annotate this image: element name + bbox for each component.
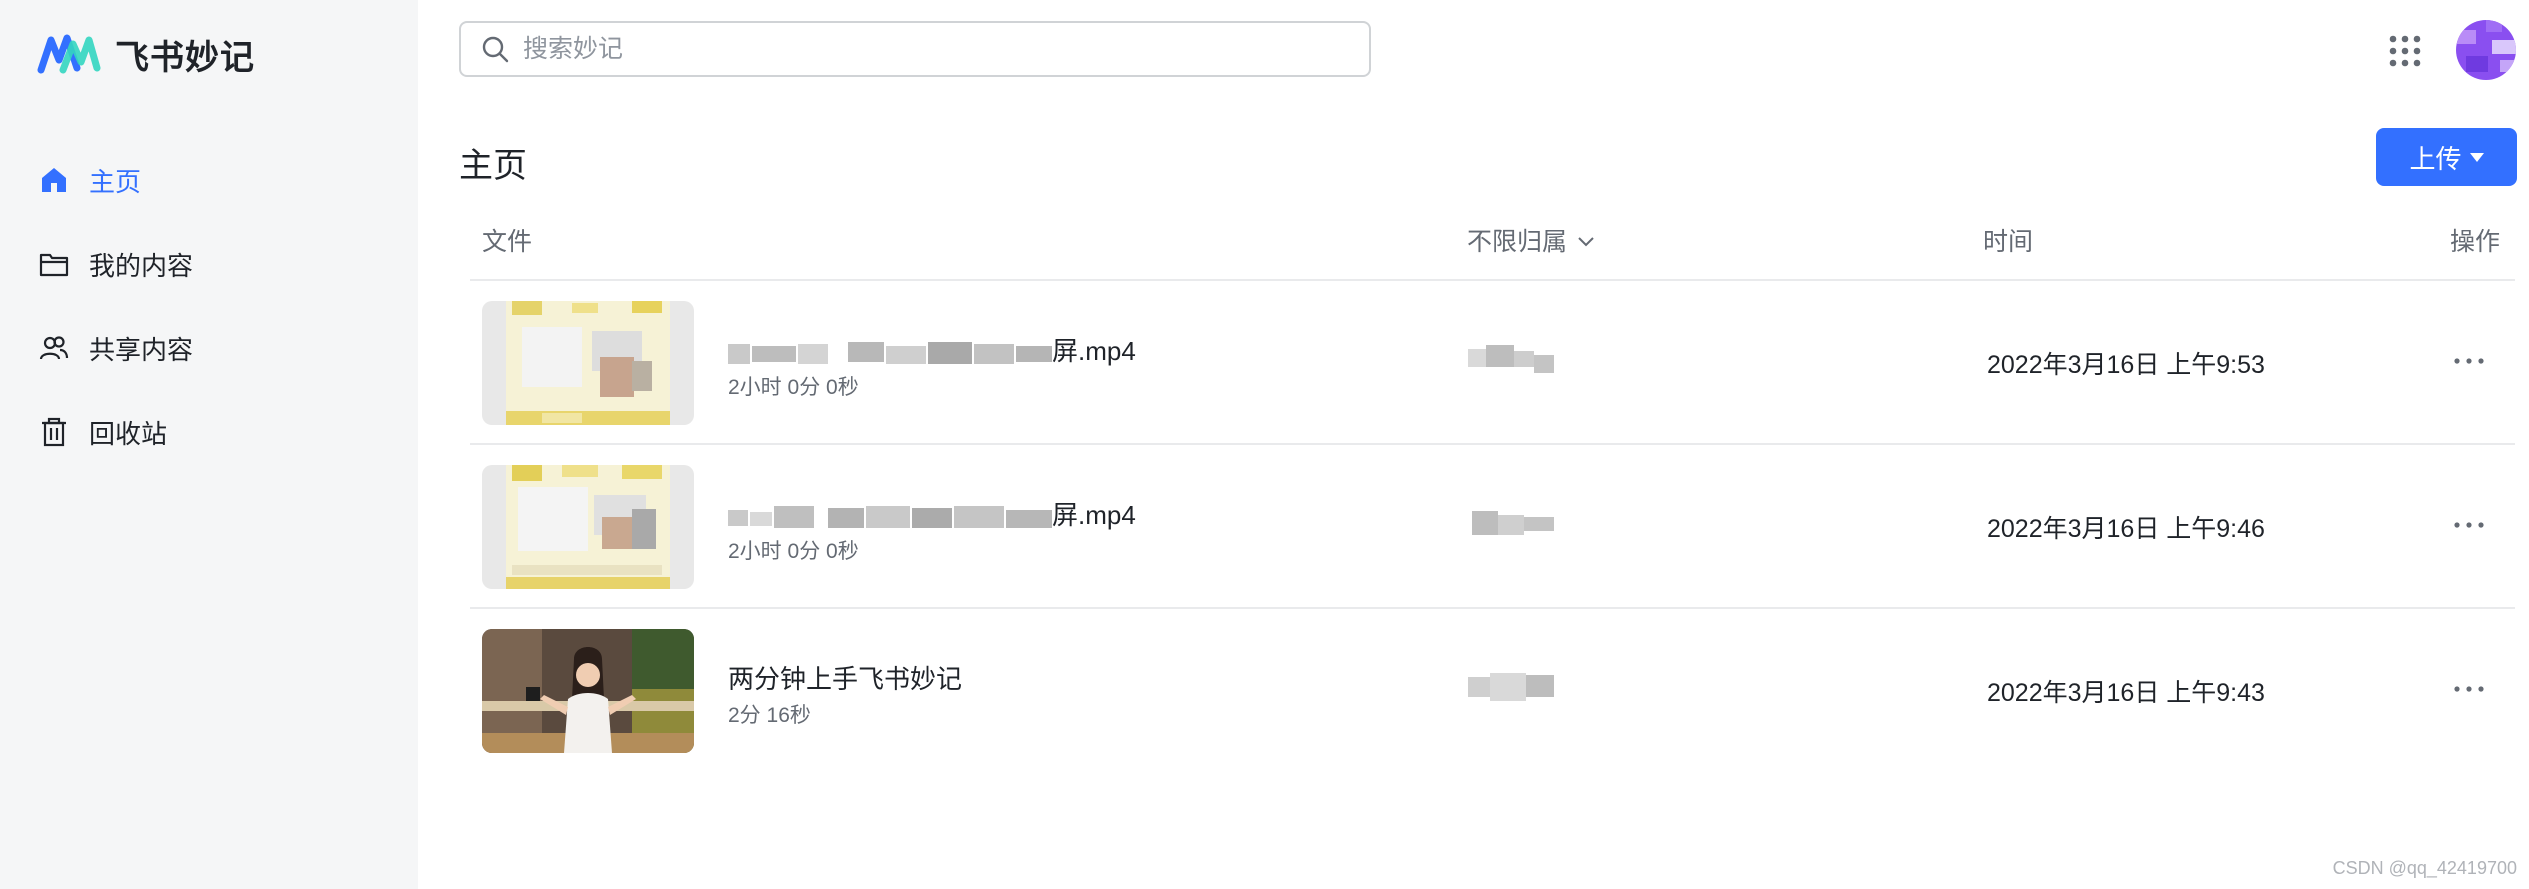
sidebar-item-label: 回收站: [89, 418, 168, 449]
redacted-text: [728, 342, 1052, 365]
sidebar-item-my-content[interactable]: 我的内容: [37, 222, 397, 306]
sidebar-item-trash[interactable]: 回收站: [37, 390, 397, 474]
grid-apps-icon[interactable]: [2388, 34, 2422, 68]
file-name[interactable]: 屏.mp4: [728, 495, 1136, 532]
caret-down-icon: [2469, 152, 2484, 162]
video-thumbnail[interactable]: [482, 301, 694, 425]
watermark: CSDN @qq_42419700: [2332, 858, 2517, 878]
owner-filter-dropdown[interactable]: 不限归属: [1467, 225, 1595, 259]
feishu-minutes-logo-icon: [37, 34, 101, 74]
more-icon[interactable]: [2451, 677, 2487, 701]
more-icon[interactable]: [2451, 349, 2487, 373]
sidebar-nav: 主页 我的内容 共享内容 回收站: [37, 138, 397, 474]
users-icon: [37, 331, 71, 365]
owner-redacted: [1472, 511, 1554, 535]
sidebar-item-label: 共享内容: [89, 334, 194, 365]
redacted-text: [728, 506, 1052, 529]
video-thumbnail[interactable]: [482, 629, 694, 753]
sidebar-item-home[interactable]: 主页: [37, 138, 397, 222]
chevron-down-icon: [1578, 237, 1594, 247]
file-time: 2022年3月16日 上午9:46: [1987, 515, 2265, 543]
app-name: 飞书妙记: [115, 38, 255, 77]
table-row[interactable]: 屏.mp4 2小时 0分 0秒 2022年3月16日 上午9:46: [470, 445, 2515, 609]
avatar[interactable]: [2456, 20, 2516, 80]
file-name[interactable]: 两分钟上手飞书妙记: [728, 659, 962, 696]
upload-button[interactable]: 上传: [2376, 128, 2517, 186]
table-row[interactable]: 屏.mp4 2小时 0分 0秒 2022年3月16日 上午9:53: [470, 281, 2515, 445]
owner-redacted: [1468, 345, 1554, 373]
home-icon: [37, 163, 71, 197]
brand[interactable]: 飞书妙记: [37, 28, 255, 80]
file-name-suffix: 屏.mp4: [1052, 336, 1136, 366]
upload-button-label: 上传: [2409, 143, 2462, 174]
trash-icon: [37, 415, 71, 449]
more-icon[interactable]: [2451, 513, 2487, 537]
column-header-owner: 不限归属: [1467, 228, 1568, 256]
table-row[interactable]: 两分钟上手飞书妙记 2分 16秒 2022年3月16日 上午9:43: [470, 609, 2515, 773]
sidebar-item-shared-content[interactable]: 共享内容: [37, 306, 397, 390]
video-thumbnail[interactable]: [482, 465, 694, 589]
folder-icon: [37, 247, 71, 281]
search-input[interactable]: [523, 34, 1343, 64]
sidebar-item-label: 主页: [89, 166, 142, 197]
file-time: 2022年3月16日 上午9:43: [1987, 679, 2265, 707]
file-list: 屏.mp4 2小时 0分 0秒 2022年3月16日 上午9:53 屏.mp4 …: [470, 281, 2515, 773]
column-header-file: 文件: [482, 228, 533, 256]
file-duration: 2分 16秒: [728, 704, 811, 727]
search-icon: [482, 36, 509, 63]
file-duration: 2小时 0分 0秒: [728, 540, 859, 563]
search-box[interactable]: [459, 21, 1371, 77]
file-name-suffix: 屏.mp4: [1052, 500, 1136, 530]
column-header-time: 时间: [1983, 228, 2034, 256]
table-header: 文件 不限归属 时间 操作: [470, 225, 2515, 281]
owner-redacted: [1468, 673, 1554, 701]
sidebar: 飞书妙记 主页 我的内容 共享内容 回收站: [0, 0, 418, 889]
page-title: 主页: [459, 147, 527, 185]
sidebar-item-label: 我的内容: [89, 250, 194, 281]
file-duration: 2小时 0分 0秒: [728, 376, 859, 399]
file-name[interactable]: 屏.mp4: [728, 331, 1136, 368]
column-header-ops: 操作: [2449, 228, 2500, 256]
file-time: 2022年3月16日 上午9:53: [1987, 351, 2265, 379]
